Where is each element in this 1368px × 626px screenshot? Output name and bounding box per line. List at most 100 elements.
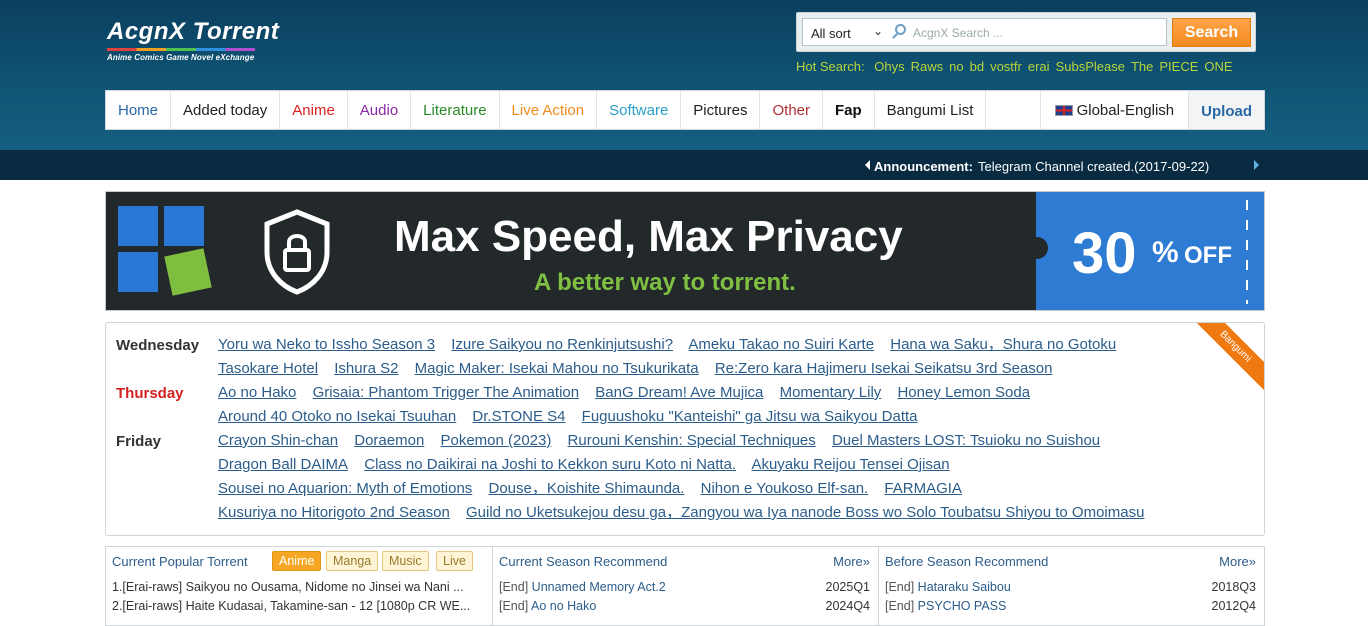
discount-off: OFF bbox=[1184, 242, 1232, 269]
anime-title-link[interactable]: Ameku Takao no Suiri Karte bbox=[688, 336, 874, 353]
season-quarter: 2025Q1 bbox=[825, 580, 870, 594]
search-button[interactable]: Search bbox=[1172, 18, 1251, 47]
anime-title-link[interactable]: Kusuriya no Hitorigoto 2nd Season bbox=[218, 504, 450, 521]
language-selector[interactable]: Global-English bbox=[1039, 91, 1189, 129]
status-tag: [End] bbox=[885, 599, 915, 613]
anime-title-link[interactable]: FARMAGIA bbox=[884, 480, 962, 497]
nav-item[interactable]: Literature bbox=[411, 91, 500, 129]
hot-search-term[interactable]: The bbox=[1131, 59, 1153, 74]
anime-title-link[interactable]: Rurouni Kenshin: Special Techniques bbox=[568, 432, 816, 449]
anime-title-link[interactable]: Hataraku Saibou bbox=[918, 580, 1011, 594]
uk-flag-icon bbox=[1054, 105, 1073, 116]
anime-title-link[interactable]: Dr.STONE S4 bbox=[472, 408, 565, 425]
bangumi-schedule: Bangumi Wednesday Yoru wa Neko to Issho S… bbox=[105, 322, 1265, 536]
anime-title-link[interactable]: Momentary Lily bbox=[780, 384, 882, 401]
hot-search-term[interactable]: erai bbox=[1028, 59, 1050, 74]
hot-search-term[interactable]: no bbox=[949, 59, 963, 74]
anime-title-link[interactable]: Izure Saikyou no Renkinjutsushi? bbox=[451, 336, 673, 353]
next-arrow-icon[interactable] bbox=[1254, 160, 1259, 170]
nav-item[interactable]: Audio bbox=[348, 91, 412, 129]
season-row[interactable]: [End] PSYCHO PASS bbox=[885, 599, 1006, 613]
current-season-panel: Current Season Recommend More» [End] Unn… bbox=[492, 546, 879, 626]
season-quarter: 2024Q4 bbox=[825, 599, 870, 613]
tab-music[interactable]: Music bbox=[382, 551, 429, 571]
schedule-day-label: Wednesday bbox=[116, 337, 200, 354]
announcement-bar: Announcement: Telegram Channel created.(… bbox=[0, 150, 1368, 180]
announcement-text[interactable]: Telegram Channel created.(2017-09-22) bbox=[978, 159, 1209, 174]
anime-title-link[interactable]: Unnamed Memory Act.2 bbox=[532, 580, 666, 594]
schedule-day-links: Crayon Shin-chan Doraemon Pokemon (2023)… bbox=[218, 429, 1218, 525]
popular-torrent-row[interactable]: 1.[Erai-raws] Saikyou no Ousama, Nidome … bbox=[112, 580, 472, 594]
upload-button[interactable]: Upload bbox=[1188, 91, 1264, 129]
anime-title-link[interactable]: Guild no Uketsukejou desu ga，Zangyou wa … bbox=[466, 504, 1144, 521]
hot-search-term[interactable]: bd bbox=[970, 59, 984, 74]
anime-title-link[interactable]: Around 40 Otoko no Isekai Tsuuhan bbox=[218, 408, 456, 425]
season-row[interactable]: [End] Hataraku Saibou bbox=[885, 580, 1011, 594]
nav-item[interactable]: Added today bbox=[171, 91, 281, 129]
windows-logo-icon bbox=[118, 206, 212, 298]
anime-title-link[interactable]: Doraemon bbox=[354, 432, 424, 449]
anime-title-link[interactable]: Ishura S2 bbox=[334, 360, 398, 377]
nav-item[interactable]: Other bbox=[760, 91, 823, 129]
anime-title-link[interactable]: Sousei no Aquarion: Myth of Emotions bbox=[218, 480, 472, 497]
nav-item[interactable]: Software bbox=[597, 91, 682, 129]
anime-title-link[interactable]: Dragon Ball DAIMA bbox=[218, 456, 348, 473]
anime-title-link[interactable]: Nihon e Youkoso Elf-san. bbox=[701, 480, 869, 497]
panel-title: Before Season Recommend bbox=[885, 554, 1049, 569]
anime-title-link[interactable]: Douse，Koishite Shimaunda. bbox=[488, 480, 684, 497]
nav-item[interactable]: Home bbox=[106, 91, 172, 129]
ad-banner[interactable]: Max Speed, Max Privacy A better way to t… bbox=[105, 191, 1265, 311]
panel-title: Current Popular Torrent bbox=[112, 554, 248, 569]
anime-title-link[interactable]: Hana wa Saku，Shura no Gotoku bbox=[890, 336, 1116, 353]
anime-title-link[interactable]: Fuguushoku "Kanteishi" ga Jitsu wa Saiky… bbox=[582, 408, 918, 425]
hot-search-term[interactable]: SubsPlease bbox=[1056, 59, 1125, 74]
hot-search-term[interactable]: vostfr bbox=[990, 59, 1022, 74]
anime-title-link[interactable]: Ao no Hako bbox=[531, 599, 596, 613]
anime-title-link[interactable]: Pokemon (2023) bbox=[440, 432, 551, 449]
logo-name: AcgnX Torrent bbox=[107, 18, 280, 45]
hot-search-term[interactable]: ONE bbox=[1204, 59, 1232, 74]
anime-title-link[interactable]: Akuyaku Reijou Tensei Ojisan bbox=[751, 456, 949, 473]
anime-title-link[interactable]: Class no Daikirai na Joshi to Kekkon sur… bbox=[364, 456, 736, 473]
season-row[interactable]: [End] Ao no Hako bbox=[499, 599, 596, 613]
shield-lock-icon bbox=[264, 209, 330, 295]
hot-search-term[interactable]: Raws bbox=[911, 59, 944, 74]
site-logo[interactable]: AcgnX Torrent Anime Comics Game Novel eX… bbox=[107, 18, 279, 62]
more-link[interactable]: More» bbox=[1219, 554, 1256, 569]
season-row[interactable]: [End] Unnamed Memory Act.2 bbox=[499, 580, 666, 594]
nav-item[interactable]: Bangumi List bbox=[875, 91, 987, 129]
nav-item[interactable]: Fap bbox=[823, 91, 875, 129]
anime-title-link[interactable]: Ao no Hako bbox=[218, 384, 296, 401]
nav-item[interactable]: Pictures bbox=[681, 91, 761, 129]
search-input[interactable]: AcgnX Search ... bbox=[889, 18, 1167, 46]
popular-torrent-panel: Current Popular Torrent Anime Manga Music L… bbox=[105, 546, 493, 626]
tab-manga[interactable]: Manga bbox=[326, 551, 379, 571]
prev-arrow-icon[interactable] bbox=[865, 160, 870, 170]
ticket-notch bbox=[1026, 237, 1048, 259]
more-link[interactable]: More» bbox=[833, 554, 870, 569]
logo-tagline: Anime Comics Game Novel eXchange bbox=[107, 53, 255, 62]
sort-select[interactable]: All sort ⌄ bbox=[802, 18, 890, 46]
anime-title-link[interactable]: Yoru wa Neko to Issho Season 3 bbox=[218, 336, 435, 353]
chevron-down-icon: ⌄ bbox=[872, 24, 883, 38]
nav-item[interactable]: Live Action bbox=[500, 91, 598, 129]
nav-item[interactable]: Anime bbox=[280, 91, 348, 129]
anime-title-link[interactable]: Honey Lemon Soda bbox=[897, 384, 1030, 401]
anime-title-link[interactable]: Re:Zero kara Hajimeru Isekai Seikatsu 3r… bbox=[715, 360, 1053, 377]
tab-live[interactable]: Live bbox=[436, 551, 473, 571]
popular-torrent-row[interactable]: 2.[Erai-raws] Haite Kudasai, Takamine-sa… bbox=[112, 599, 472, 613]
anime-title-link[interactable]: Grisaia: Phantom Trigger The Animation bbox=[313, 384, 580, 401]
tab-anime[interactable]: Anime bbox=[272, 551, 322, 571]
before-season-panel: Before Season Recommend More» [End] Hata… bbox=[878, 546, 1265, 626]
discount-percent: % bbox=[1152, 236, 1179, 269]
discount-panel: 30 % OFF bbox=[1026, 192, 1264, 310]
anime-title-link[interactable]: Magic Maker: Isekai Mahou no Tsukurikata bbox=[415, 360, 699, 377]
anime-title-link[interactable]: Tasokare Hotel bbox=[218, 360, 318, 377]
hot-search-term[interactable]: PIECE bbox=[1159, 59, 1198, 74]
anime-title-link[interactable]: PSYCHO PASS bbox=[918, 599, 1007, 613]
schedule-day-label: Friday bbox=[116, 433, 162, 450]
hot-search-term[interactable]: Ohys bbox=[874, 59, 904, 74]
anime-title-link[interactable]: Duel Masters LOST: Tsuioku no Suishou bbox=[832, 432, 1100, 449]
anime-title-link[interactable]: Crayon Shin-chan bbox=[218, 432, 338, 449]
anime-title-link[interactable]: BanG Dream! Ave Mujica bbox=[595, 384, 763, 401]
